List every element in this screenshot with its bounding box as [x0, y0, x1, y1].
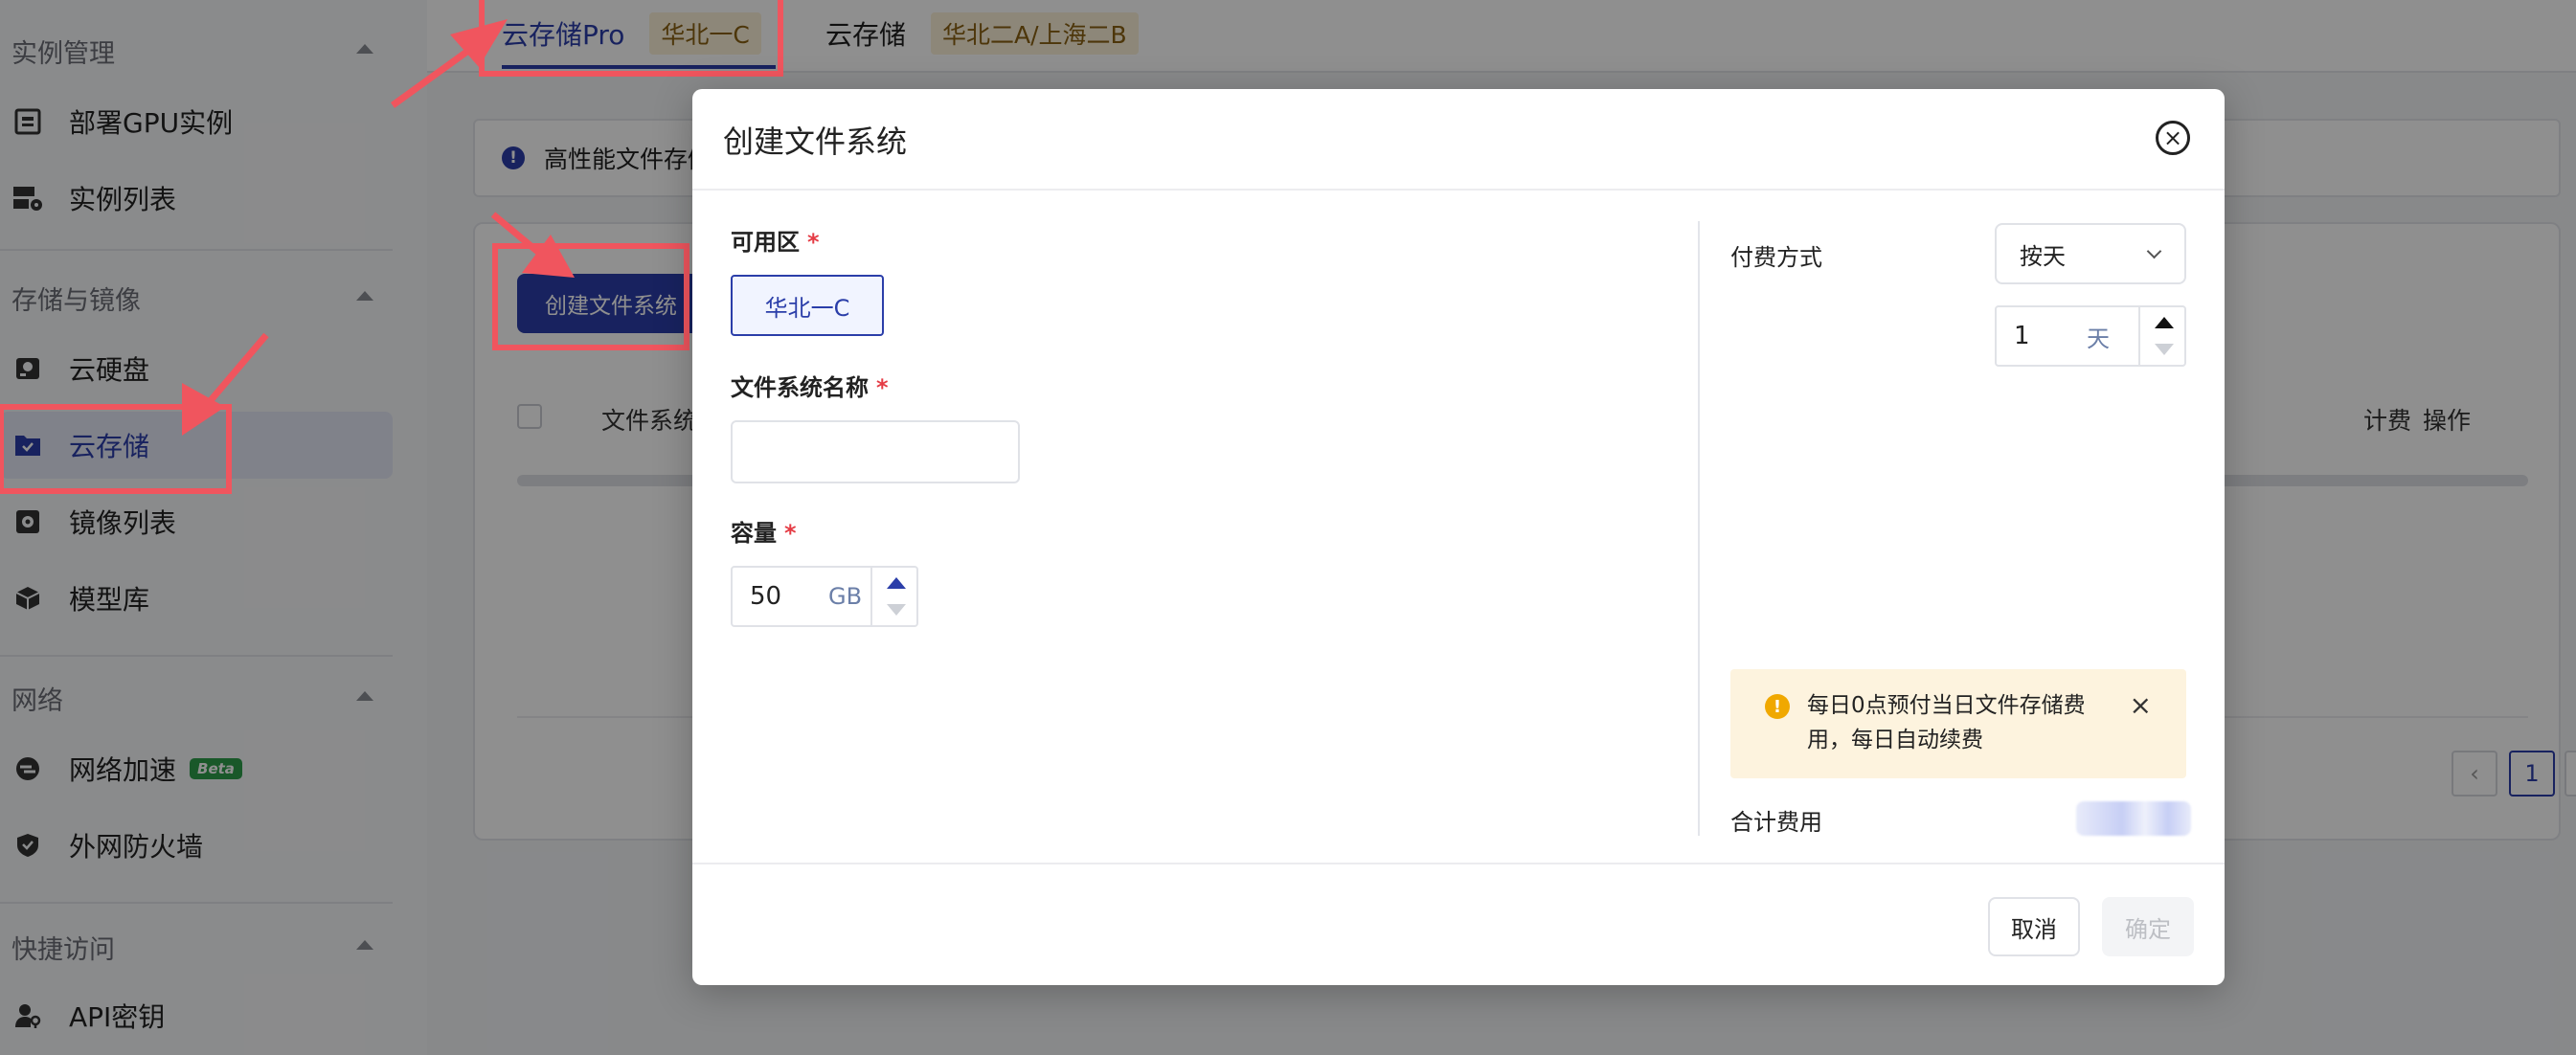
chevron-down-icon — [2146, 243, 2162, 259]
cancel-button[interactable]: 取消 — [1988, 897, 2080, 956]
required-marker: * — [876, 374, 889, 401]
zone-label-text: 可用区 — [731, 229, 800, 256]
capacity-stepper-controls — [870, 568, 918, 625]
increment-icon[interactable] — [887, 577, 906, 589]
modal-header-divider — [692, 189, 2225, 191]
create-file-system-modal: 创建文件系统 × 可用区 * 华北一C 文件系统名称 * 容量 * 50 GB 付费方… — [692, 89, 2225, 985]
capacity-label-text: 容量 — [731, 520, 777, 547]
capacity-stepper[interactable]: 50 GB — [731, 566, 918, 627]
total-cost-label: 合计费用 — [1730, 809, 1822, 836]
name-label-text: 文件系统名称 — [731, 374, 869, 401]
total-cost-value-redacted — [2076, 801, 2191, 836]
duration-unit: 天 — [2087, 325, 2110, 352]
close-icon[interactable]: × — [2156, 121, 2190, 155]
zone-label: 可用区 * — [731, 223, 820, 257]
billing-warning-alert: ! 每日0点预付当日文件存储费用，每日自动续费 × — [1730, 669, 2186, 778]
column-separator — [1698, 221, 1700, 836]
duration-stepper[interactable]: 1 天 — [1995, 305, 2186, 367]
capacity-unit: GB — [828, 583, 863, 610]
required-marker: * — [807, 229, 820, 256]
confirm-button[interactable]: 确定 — [2102, 897, 2194, 956]
file-system-name-label: 文件系统名称 * — [731, 369, 889, 402]
billing-method-select[interactable]: 按天 — [1995, 223, 2186, 284]
duration-value: 1 — [2014, 322, 2030, 350]
increment-icon[interactable] — [2155, 317, 2174, 328]
warning-text: 每日0点预付当日文件存储费用，每日自动续费 — [1807, 693, 2086, 752]
required-marker: * — [784, 520, 797, 547]
decrement-icon[interactable] — [887, 604, 906, 616]
modal-footer-divider — [692, 863, 2225, 864]
modal-title: 创建文件系统 — [723, 123, 908, 160]
billing-method-value: 按天 — [2020, 242, 2066, 270]
warning-icon: ! — [1765, 694, 1790, 719]
decrement-icon[interactable] — [2155, 344, 2174, 355]
duration-stepper-controls — [2138, 307, 2186, 365]
zone-option-button[interactable]: 华北一C — [731, 275, 884, 336]
close-icon[interactable]: × — [2130, 692, 2152, 719]
file-system-name-input[interactable] — [731, 420, 1020, 483]
capacity-value: 50 — [750, 582, 782, 611]
capacity-label: 容量 * — [731, 514, 797, 548]
billing-method-label: 付费方式 — [1730, 244, 1822, 271]
